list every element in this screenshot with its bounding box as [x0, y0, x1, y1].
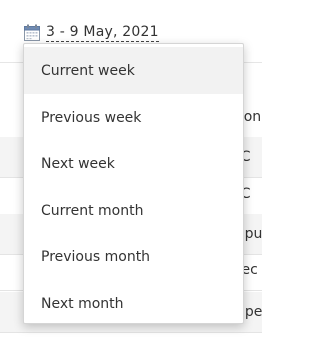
menu-item-next-week[interactable]: Next week — [24, 140, 243, 187]
calendar-icon — [24, 24, 40, 41]
menu-item-current-month[interactable]: Current month — [24, 187, 243, 234]
date-range-label[interactable]: 3 - 9 May, 2021 — [46, 24, 159, 42]
menu-item-previous-week[interactable]: Previous week — [24, 94, 243, 141]
period-dropdown-menu: Current week Previous week Next week Cur… — [23, 43, 244, 324]
menu-item-current-week[interactable]: Current week — [24, 47, 243, 94]
menu-item-previous-month[interactable]: Previous month — [24, 233, 243, 280]
date-range-selector[interactable]: 3 - 9 May, 2021 — [24, 21, 159, 43]
menu-item-next-month[interactable]: Next month — [24, 280, 243, 323]
